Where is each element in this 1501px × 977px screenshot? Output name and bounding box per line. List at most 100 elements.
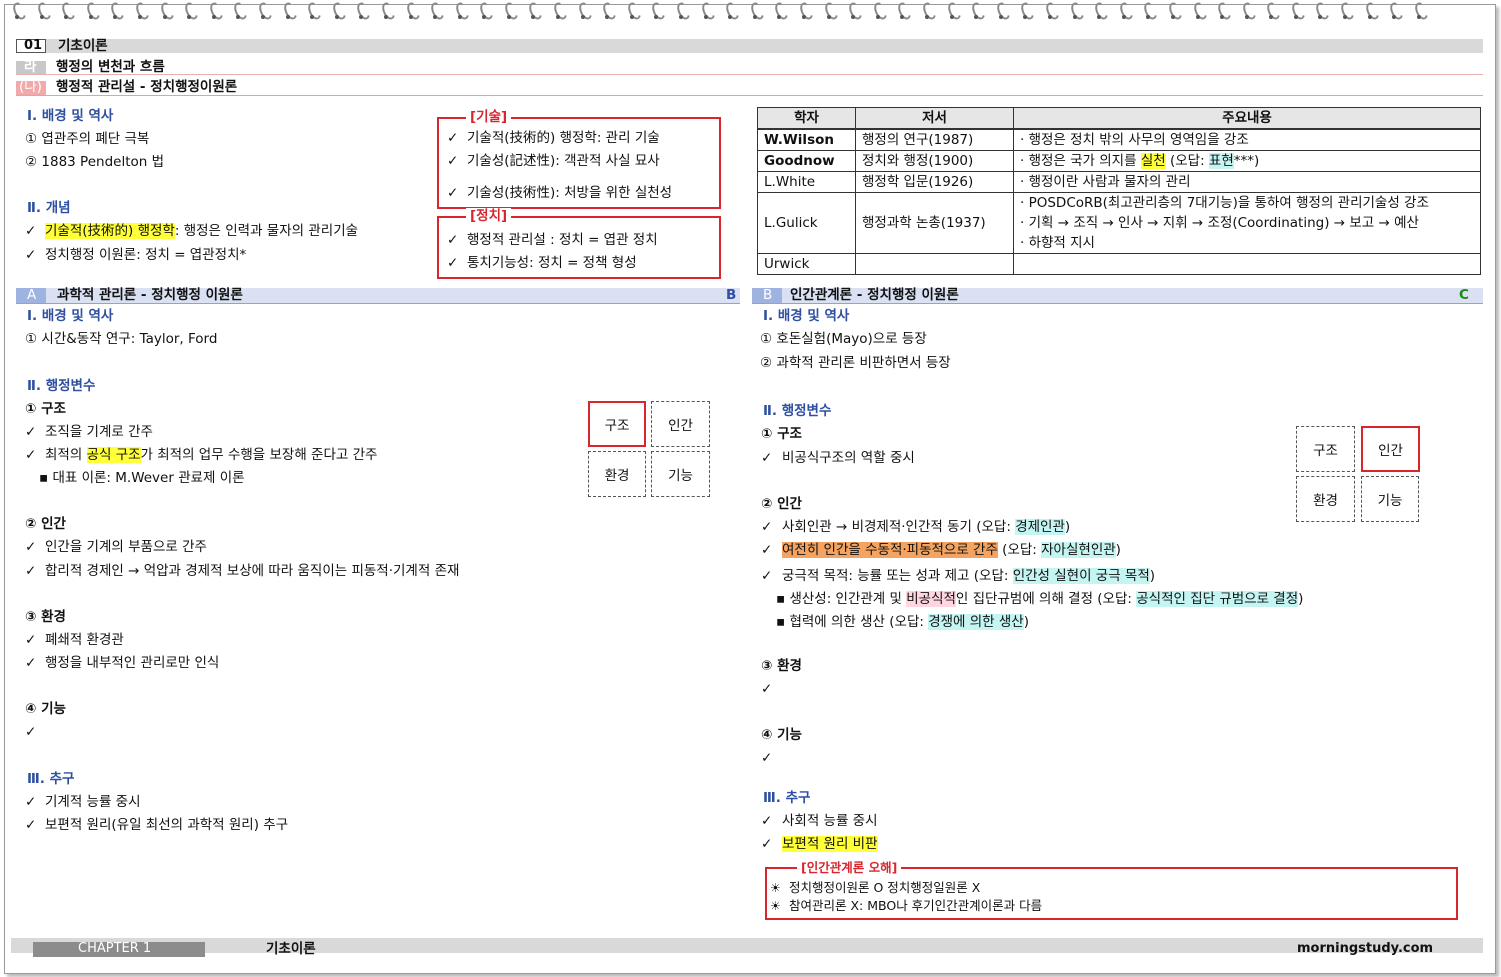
cell-text: (오답:: [1165, 153, 1209, 169]
left-box-human: 인간: [651, 401, 710, 447]
binding-ring-icon: [453, 0, 469, 22]
binding-ring-icon: [994, 0, 1010, 22]
binding-ring-icon: [945, 0, 961, 22]
binding-ring-icon: [871, 0, 887, 22]
technique-item-1: 기술적(技術的) 행정학: 관리 기술: [467, 130, 660, 146]
binding-ring-icon: [158, 0, 174, 22]
table-cell: · 행정이란 사람과 물자의 관리: [1013, 171, 1481, 193]
binding-ring-icon: [1092, 0, 1108, 22]
highlight-text: 비공식적: [906, 591, 956, 607]
check-icon: ✓: [447, 185, 459, 201]
misconception-item-1: 정치행정이원론 O 정치행정일원론 X: [789, 880, 981, 895]
chapter-header-bar: [16, 39, 1483, 53]
highlight-text: 공식적인 집단 규범으로 결정: [1136, 591, 1299, 607]
binding-ring-icon: [649, 0, 665, 22]
binding-ring-icon: [797, 0, 813, 22]
check-icon: ✓: [761, 568, 773, 584]
left-section-end: B: [726, 287, 737, 303]
politics-item-2: 통치기능성: 정치 = 정책 형성: [467, 255, 637, 271]
sun-icon: ☀: [770, 881, 781, 895]
highlight-text: 자아실현인관: [1041, 542, 1116, 558]
check-icon: ✓: [25, 424, 37, 440]
left-section-letter: A: [27, 287, 37, 303]
binding-ring-icon: [1215, 0, 1231, 22]
check-icon: ✓: [25, 247, 37, 263]
binding-ring-icon: [379, 0, 395, 22]
concept-item-2: 정치행정 이원론: 정치 = 엽관정치*: [45, 247, 247, 263]
binding-ring-icon: [748, 0, 764, 22]
table-cell: · 행정은 정치 밖의 사무의 영역임을 강조: [1013, 128, 1481, 151]
technique-item-2: 기술성(記述性): 객관적 사실 묘사: [467, 153, 660, 169]
table-cell: 행정학 입문(1926): [855, 171, 1014, 193]
binding-ring-icon: [846, 0, 862, 22]
check-icon: ✓: [25, 655, 37, 671]
check-icon: ✓: [761, 836, 773, 852]
left-env-item-2: 행정을 내부적인 관리로만 인식: [45, 655, 220, 671]
cell-line: · 하향적 지시: [1020, 235, 1095, 251]
text-part: 사회인관 → 비경제적·인간적 동기 (오답:: [782, 519, 1016, 535]
technique-box-title: [기술]: [466, 109, 512, 125]
check-icon: ✓: [25, 539, 37, 555]
binding-ring-icon: [551, 0, 567, 22]
binding-ring-icon: [1117, 0, 1133, 22]
right-pursuit-item-2: 보편적 원리 비판: [782, 835, 878, 853]
check-icon: ✓: [447, 255, 459, 271]
table-cell: W.Wilson: [757, 128, 856, 151]
left-structure-item-1: 조직을 기계로 간주: [45, 424, 153, 440]
binding-ring-icon: [428, 0, 444, 22]
left-pursuit-item-1: 기계적 능률 중시: [45, 794, 141, 810]
binding-ring-icon: [477, 0, 493, 22]
right-pursuit-heading: Ⅲ. 추구: [763, 790, 811, 806]
right-background-item-2: ② 과학적 관리론 비판하면서 등장: [760, 355, 951, 371]
table-header: 학자: [757, 107, 856, 130]
binding-ring-icon: [354, 0, 370, 22]
highlight-text: 인간성 실현이 궁극 목적: [1012, 568, 1150, 584]
binding-ring-icon: [822, 0, 838, 22]
binding-ring-icon: [231, 0, 247, 22]
cell-text: · 행정은 국가 의지를: [1020, 153, 1141, 169]
cell-line: · 기획 → 조직 → 인사 → 지휘 → 조정(Coordinating) →…: [1020, 215, 1419, 231]
check-icon: ✓: [761, 813, 773, 829]
footer-title: 기초이론: [266, 941, 316, 957]
right-human-title: ② 인간: [761, 496, 802, 512]
footer-bar: [11, 938, 1483, 953]
left-human-title: ② 인간: [25, 516, 66, 532]
left-structure-title: ① 구조: [25, 401, 66, 417]
binding-ring-icon: [772, 0, 788, 22]
left-box-structure: 구조: [588, 401, 646, 447]
binding-ring-icon: [723, 0, 739, 22]
check-icon: ✓: [25, 447, 37, 463]
binding-ring-icon: [35, 0, 51, 22]
right-pursuit-item-1: 사회적 능률 중시: [782, 813, 878, 829]
text-part: ): [1023, 614, 1030, 630]
binding-ring-icon: [1068, 0, 1084, 22]
binding-ring-icon: [330, 0, 346, 22]
right-section-title: 인간관계론 - 정치행정 이원론: [790, 287, 959, 303]
table-cell: · 행정은 국가 의지를 실천 (오답: 표현***): [1013, 150, 1481, 172]
table-row: W.Wilson 행정의 연구(1987) · 행정은 정치 밖의 사무의 영역…: [757, 128, 1481, 151]
table-row: Urwick: [757, 253, 1481, 275]
right-human-item-3: 궁극적 목적: 능률 또는 성과 제고 (오답: 인간성 실현이 궁극 목적): [782, 567, 1155, 585]
right-env-title: ③ 환경: [761, 658, 802, 674]
right-box-human: 인간: [1361, 426, 1420, 472]
check-icon: ✓: [25, 563, 37, 579]
binding-ring-icon: [256, 0, 272, 22]
left-env-title: ③ 환경: [25, 609, 66, 625]
binding-ring-icon: [1264, 0, 1280, 22]
right-structure-item-1: 비공식구조의 역할 중시: [782, 450, 915, 466]
highlight-text: 경쟁에 의한 생산: [928, 614, 1024, 630]
binding-ring-icon: [1141, 0, 1157, 22]
text-part: 궁극적 목적: 능률 또는 성과 제고 (오답:: [782, 568, 1013, 584]
background-heading: Ⅰ. 배경 및 역사: [27, 108, 114, 124]
check-icon: ✓: [25, 632, 37, 648]
right-human-item-2: 여전히 인간을 수동적·피동적으로 간주 (오답: 자아실현인관): [782, 541, 1121, 559]
table-cell: Goodnow: [757, 150, 856, 172]
binding-ring-icon: [699, 0, 715, 22]
sun-icon: ☀: [770, 899, 781, 913]
left-human-item-2: 합리적 경제인 → 억압과 경제적 보상에 따라 움직이는 피동적·기계적 존재: [45, 563, 460, 579]
right-structure-title: ① 구조: [761, 426, 802, 442]
check-icon: ✓: [447, 232, 459, 248]
binding-ring-icon: [281, 0, 297, 22]
background-item-1: ① 엽관주의 폐단 극복: [25, 131, 150, 147]
text-part: ▪ 생산성: 인간관계 및: [776, 591, 907, 607]
